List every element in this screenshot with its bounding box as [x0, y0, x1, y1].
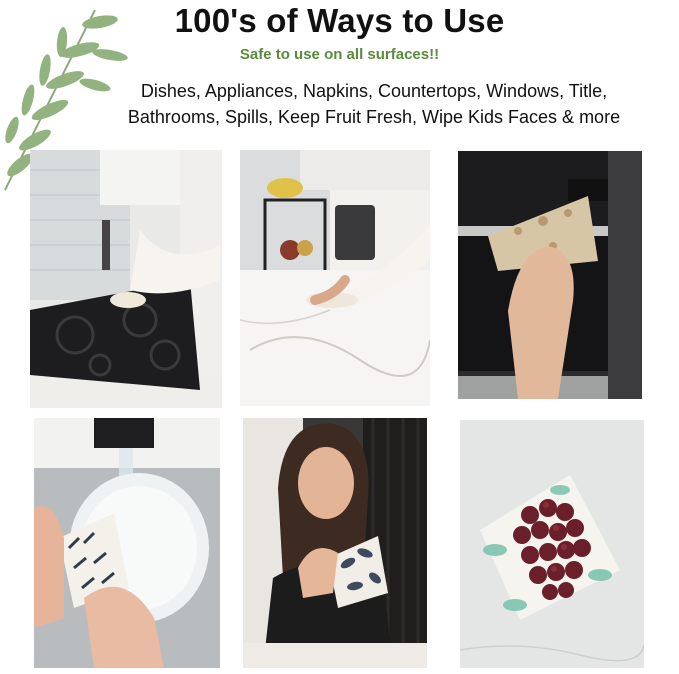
- countertop-wiping-photo: [240, 150, 430, 406]
- uses-list: Dishes, Appliances, Napkins, Countertops…: [100, 78, 648, 130]
- woman-with-cloth-photo: [243, 418, 427, 668]
- uses-line-2: Bathrooms, Spills, Keep Fruit Fresh, Wip…: [127, 107, 621, 127]
- stovetop-wiping-photo: [30, 150, 222, 408]
- page-title: 100's of Ways to Use: [174, 2, 505, 39]
- grapes-on-cloth-photo: [460, 420, 644, 668]
- dish-washing-photo: [34, 418, 220, 668]
- page-subtitle: Safe to use on all surfaces!!: [239, 46, 440, 63]
- uses-line-1: Dishes, Appliances, Napkins, Countertops…: [140, 81, 608, 101]
- oven-door-wiping-photo: [458, 151, 642, 399]
